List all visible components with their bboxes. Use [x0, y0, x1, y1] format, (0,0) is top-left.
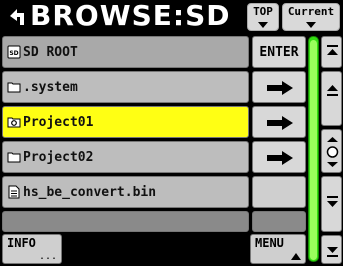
empty-button-slot — [252, 211, 306, 232]
info-button[interactable]: INFO ... — [2, 234, 62, 264]
enter-button-label: ENTER — [259, 45, 299, 60]
info-button-label: INFO — [7, 236, 36, 250]
page-up-icon — [327, 85, 338, 96]
open-button[interactable] — [252, 141, 306, 173]
list-item[interactable]: Project02 — [2, 141, 249, 173]
menu-button[interactable]: MENU — [250, 234, 306, 264]
list-item-label: .system — [23, 80, 78, 95]
page-down-icon — [327, 196, 338, 207]
folder-icon — [7, 82, 21, 93]
list-item-label: Project01 — [23, 115, 94, 130]
arrow-right-icon — [267, 81, 293, 95]
folder-icon — [7, 152, 21, 163]
page-up-button[interactable] — [321, 71, 342, 126]
list-item[interactable]: hs_be_convert.bin — [2, 176, 249, 208]
list-item-label: hs_be_convert.bin — [23, 185, 157, 200]
file-icon — [8, 185, 20, 199]
arrow-right-icon — [267, 151, 293, 165]
current-button[interactable]: Current — [282, 3, 340, 31]
menu-button-label: MENU — [255, 236, 284, 250]
chevron-up-icon — [291, 253, 301, 260]
chevron-down-icon — [306, 22, 316, 28]
info-more-indicator: ... — [38, 251, 57, 262]
top-button[interactable]: TOP — [247, 3, 279, 31]
list-item[interactable]: .system — [2, 71, 249, 103]
svg-text:SD: SD — [9, 50, 18, 57]
current-button-label: Current — [287, 5, 335, 18]
sd-root-row[interactable]: SD SD ROOT — [2, 36, 249, 68]
arrow-right-icon — [267, 116, 293, 130]
sd-root-label: SD ROOT — [23, 45, 78, 60]
enter-button[interactable]: ENTER — [252, 36, 306, 68]
page-title: BROWSE:SD — [30, 0, 231, 32]
empty-row — [2, 211, 249, 232]
scroll-bottom-button[interactable] — [321, 235, 342, 264]
scroll-to-top-icon — [327, 45, 338, 55]
page-down-button[interactable] — [321, 176, 342, 232]
scroll-knob[interactable] — [321, 129, 342, 173]
scroll-knob-icon — [326, 137, 339, 167]
scroll-to-bottom-icon — [327, 247, 338, 257]
open-button[interactable] — [252, 106, 306, 138]
chevron-down-icon — [258, 22, 268, 28]
top-button-label: TOP — [253, 5, 273, 18]
project-folder-icon — [7, 117, 21, 128]
open-button[interactable] — [252, 176, 306, 208]
scroll-top-button[interactable] — [321, 36, 342, 68]
list-item[interactable]: Project01 — [2, 106, 249, 138]
back-arrow-icon[interactable] — [6, 6, 28, 28]
open-button[interactable] — [252, 71, 306, 103]
scrollbar-thumb[interactable] — [310, 40, 317, 260]
list-item-label: Project02 — [23, 150, 94, 165]
sd-card-icon: SD — [7, 45, 21, 59]
